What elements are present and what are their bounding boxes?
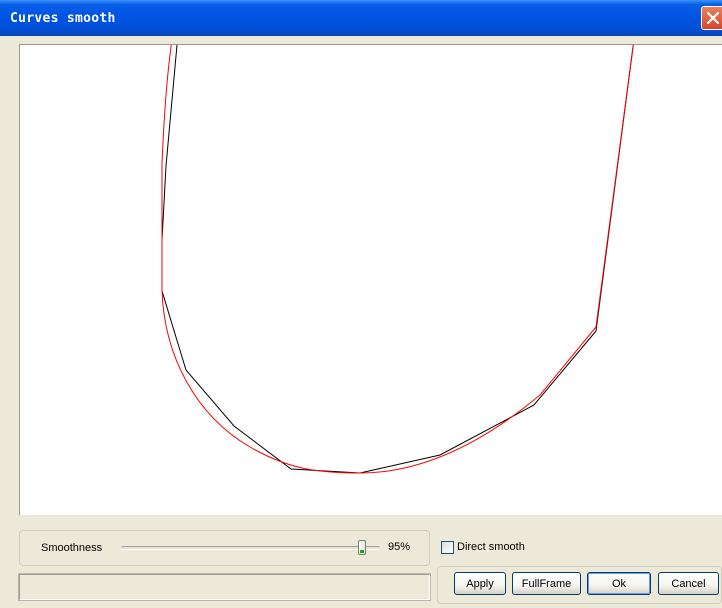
title-bar: Curves smooth — [0, 0, 722, 36]
direct-smooth-checkbox[interactable] — [441, 540, 454, 554]
window-title: Curves smooth — [10, 11, 116, 26]
direct-smooth-label: Direct smooth — [457, 541, 525, 553]
status-field — [18, 573, 431, 601]
close-icon — [706, 11, 720, 25]
original-curve — [161, 45, 634, 474]
fullframe-button[interactable]: FullFrame — [512, 572, 581, 595]
curve-preview-canvas[interactable] — [19, 44, 722, 515]
smoothness-value: 95% — [388, 541, 411, 553]
ok-button[interactable]: Ok — [587, 572, 651, 595]
smoothness-slider-thumb[interactable] — [358, 540, 366, 555]
cancel-button[interactable]: Cancel — [658, 572, 719, 595]
apply-button[interactable]: Apply — [454, 572, 506, 595]
smoothness-slider-track[interactable] — [121, 546, 380, 550]
direct-smooth-option[interactable]: Direct smooth — [441, 539, 525, 555]
smoothed-curve — [161, 45, 634, 474]
smoothness-label: Smoothness — [41, 542, 103, 554]
close-button[interactable] — [701, 6, 722, 30]
